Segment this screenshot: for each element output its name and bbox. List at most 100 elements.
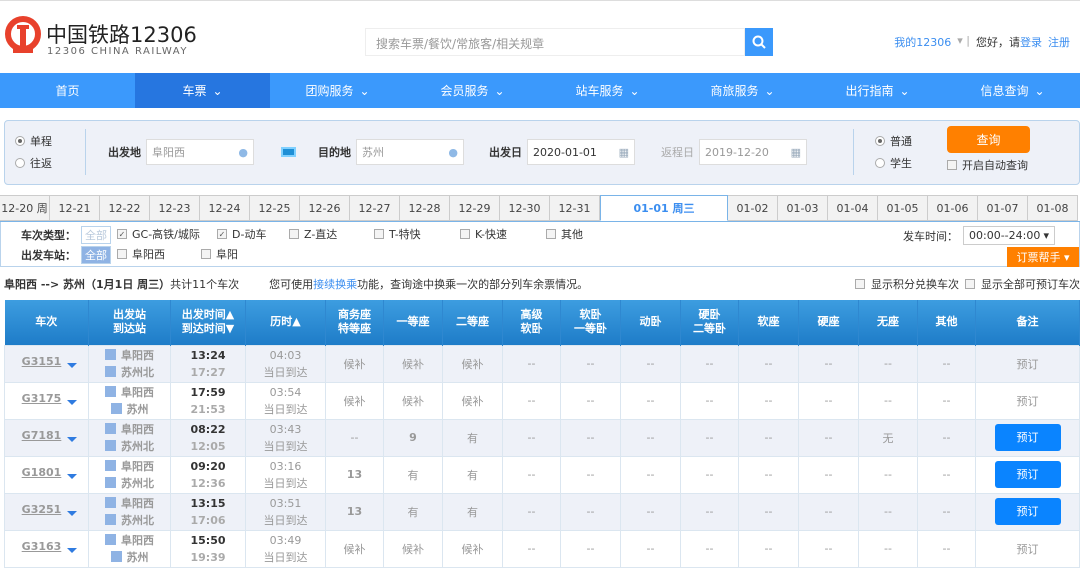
nav-item-2[interactable]: 团购服务 ⌄ [270,73,405,108]
date-tab[interactable]: 12-24 [200,195,250,221]
train-type-filter[interactable]: ✓ D-动车 [217,226,266,242]
date-tab[interactable]: 01-02 [728,195,778,221]
caret-down-icon[interactable] [67,510,78,521]
to-station: 苏州北 [121,365,154,379]
times-cell: 13:15 17:06 [170,492,246,531]
date-tab[interactable]: 12-22 [100,195,150,221]
train-number-link[interactable]: G3163 [22,540,62,553]
nav-item-1[interactable]: 车票 ⌄ [135,73,270,108]
login-link[interactable]: 登录 [1020,36,1042,49]
nav-label: 首页 [55,84,80,98]
date-tab[interactable]: 12-25 [250,195,300,221]
caret-down-icon[interactable] [67,473,78,484]
station-filter-fuyangxi[interactable]: 阜阳西 [117,246,165,262]
seat-cell: 有 [442,492,503,531]
booking-helper-button[interactable]: 订票帮手 ▾ [1007,247,1079,267]
date-tab[interactable]: 12-31 [550,195,600,221]
date-tab[interactable]: 12-28 [400,195,450,221]
show-all-checkbox[interactable] [965,279,975,289]
nav-item-6[interactable]: 出行指南 ⌄ [810,73,945,108]
book-button[interactable]: 预订 [994,424,1061,451]
train-number-link[interactable]: G3151 [22,355,62,368]
train-type-filter[interactable]: T-特快 [374,226,421,242]
book-button[interactable]: 预订 [1017,358,1039,371]
nav-item-3[interactable]: 会员服务 ⌄ [405,73,540,108]
date-tab[interactable]: 01-08 [1028,195,1078,221]
site-search-input[interactable]: 搜索车票/餐饮/常旅客/相关规章 [365,28,745,56]
depart-time-select[interactable]: 00:00--24:00 ▾ [963,226,1055,245]
caret-down-icon[interactable] [67,436,78,447]
book-button[interactable]: 预订 [994,461,1061,488]
nav-item-7[interactable]: 信息查询 ⌄ [945,73,1080,108]
date-tab[interactable]: 01-03 [778,195,828,221]
date-tab[interactable]: 12-26 [300,195,350,221]
seat-cell: -- [917,418,976,457]
seat-cell: -- [560,381,621,420]
train-type-label: Z-直达 [304,228,338,241]
train-number-link[interactable]: G1801 [22,466,62,479]
train-type-all[interactable]: 全部 [81,226,111,244]
swap-stations-icon[interactable] [281,147,296,157]
column-header: 商务座 特等座 [325,300,384,345]
book-button[interactable]: 预订 [994,498,1061,525]
auto-query-checkbox[interactable]: 开启自动查询 [947,157,1028,173]
query-button[interactable]: 查询 [947,126,1030,153]
train-type-filter[interactable]: K-快速 [460,226,507,242]
seat-cell: -- [502,529,561,568]
to-station: 苏州 [126,550,149,564]
transfer-link[interactable]: 接续换乘 [313,278,357,291]
student-label: 学生 [890,157,912,170]
seat-cell: -- [798,529,859,568]
my12306-link[interactable]: 我的12306 [894,34,951,50]
dropdown-icon: ▾ [1043,229,1049,242]
train-type-filter[interactable]: Z-直达 [289,226,337,242]
points-checkbox[interactable] [855,279,865,289]
date-tab[interactable]: 12-20 周 [0,195,50,221]
train-type-filter[interactable]: 其他 [546,226,583,242]
date-tab[interactable]: 01-06 [928,195,978,221]
seat-cell: -- [798,492,859,531]
return-date-input[interactable]: 2019-12-20 ▦ [699,139,807,165]
seat-cell: -- [560,418,621,457]
oneway-radio[interactable]: 单程 [15,133,52,149]
from-station: 阜阳西 [121,496,154,510]
normal-ticket-radio[interactable]: 普通 [875,133,912,149]
station-all[interactable]: 全部 [81,246,111,264]
from-input[interactable]: 阜阳西 ● [146,139,254,165]
station-filter-fuyang[interactable]: 阜阳 [201,246,238,262]
roundtrip-radio[interactable]: 往返 [15,155,52,171]
register-link[interactable]: 注册 [1048,34,1070,50]
caret-down-icon[interactable] [67,362,78,373]
to-input[interactable]: 苏州 ● [356,139,464,165]
train-number-link[interactable]: G7181 [22,429,62,442]
search-button[interactable] [745,28,773,56]
station-icon [110,550,122,562]
student-ticket-radio[interactable]: 学生 [875,155,912,171]
caret-down-icon[interactable] [67,399,78,410]
book-button[interactable]: 预订 [1017,395,1039,408]
nav-item-0[interactable]: 首页 [0,73,135,108]
nav-item-5[interactable]: 商旅服务 ⌄ [675,73,810,108]
depart-date-input[interactable]: 2020-01-01 ▦ [527,139,635,165]
date-tab[interactable]: 01-07 [978,195,1028,221]
nav-item-4[interactable]: 站车服务 ⌄ [540,73,675,108]
train-number-link[interactable]: G3251 [22,503,62,516]
date-tab[interactable]: 01-05 [878,195,928,221]
book-button[interactable]: 预订 [1017,543,1039,556]
date-tab[interactable]: 12-23 [150,195,200,221]
stations-cell: 阜阳西 苏州北 [88,344,171,383]
logo-title[interactable]: 中国铁路12306 [46,19,197,49]
date-tab[interactable]: 12-21 [50,195,100,221]
date-tab[interactable]: 01-01 周三 [600,195,728,221]
date-tab[interactable]: 01-04 [828,195,878,221]
to-station: 苏州 [126,402,149,416]
date-tab[interactable]: 12-30 [500,195,550,221]
arrival-day: 当日到达 [263,513,308,527]
train-number-link[interactable]: G3175 [22,392,62,405]
booking-helper-label: 订票帮手 [1016,251,1061,264]
caret-down-icon[interactable] [67,547,78,558]
date-tab[interactable]: 12-27 [350,195,400,221]
train-type-filter[interactable]: ✓ GC-高铁/城际 [117,226,200,242]
table-row: G3163 阜阳西 苏州 15:50 19:39 03:49 当日到达 候补 候补 候补 -- -- -… [4,529,1080,568]
date-tab[interactable]: 12-29 [450,195,500,221]
